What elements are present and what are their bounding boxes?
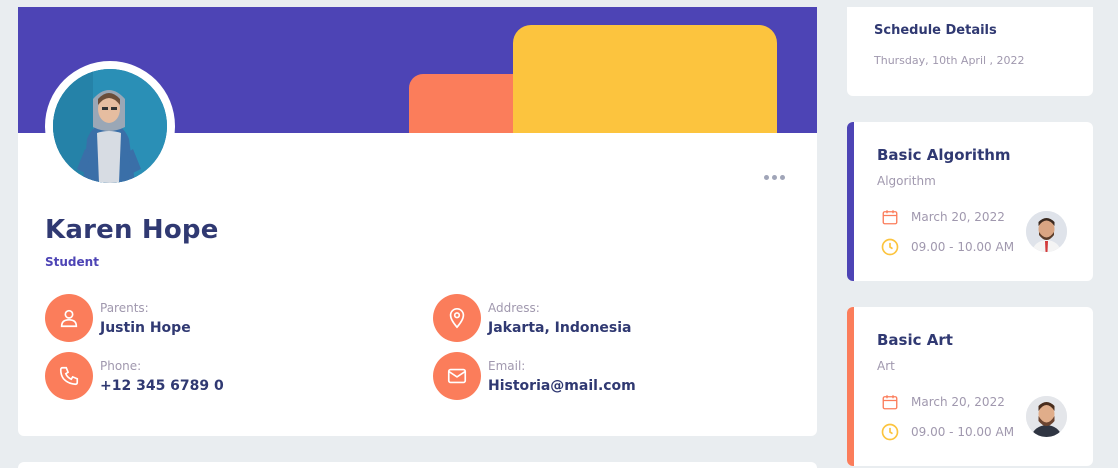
phone-value: +12 345 6789 0 <box>100 377 224 394</box>
profile-name: Karen Hope <box>45 215 219 245</box>
teacher-avatar[interactable] <box>1026 396 1067 437</box>
phone-icon <box>45 352 93 400</box>
lesson-title: Basic Art <box>877 331 953 349</box>
info-parents: Parents: Justin Hope <box>45 294 191 342</box>
lesson-time: 09.00 - 10.00 AM <box>911 425 1015 439</box>
lesson-title: Basic Algorithm <box>877 146 1011 164</box>
dot-icon <box>779 174 785 180</box>
dot-icon <box>771 174 777 180</box>
lesson-date: March 20, 2022 <box>911 210 1005 224</box>
schedule-details-card: Schedule Details Thursday, 10th April , … <box>847 7 1093 96</box>
phone-label: Phone: <box>100 358 142 373</box>
avatar[interactable] <box>45 61 175 191</box>
lesson-time-row: 09.00 - 10.00 AM <box>879 236 1014 258</box>
mail-icon <box>433 352 481 400</box>
lesson-subject: Algorithm <box>877 174 936 188</box>
info-phone: Phone: +12 345 6789 0 <box>45 352 224 400</box>
lesson-date-row: March 20, 2022 <box>879 391 1014 413</box>
lesson-time: 09.00 - 10.00 AM <box>911 240 1015 254</box>
email-value[interactable]: Historia@mail.com <box>488 378 636 394</box>
profile-role: Student <box>45 255 99 269</box>
lesson-accent-bar <box>847 122 854 281</box>
parents-value: Justin Hope <box>100 319 191 336</box>
address-label: Address: <box>488 300 540 315</box>
clock-icon <box>879 421 901 443</box>
calendar-icon <box>879 206 901 228</box>
more-options-button[interactable] <box>761 169 787 185</box>
info-address: Address: Jakarta, Indonesia <box>433 294 632 342</box>
schedule-title: Schedule Details <box>874 23 997 38</box>
next-card-partial <box>18 462 817 468</box>
teacher-avatar[interactable] <box>1026 211 1067 252</box>
dot-icon <box>763 174 769 180</box>
banner-shape-yellow <box>513 25 777 133</box>
user-icon <box>45 294 93 342</box>
profile-card: Karen Hope Student Parents: Justin Hope … <box>18 7 817 436</box>
email-label: Email: <box>488 358 526 373</box>
lesson-subject: Art <box>877 359 895 373</box>
clock-icon <box>879 236 901 258</box>
parents-label: Parents: <box>100 300 149 315</box>
address-value: Jakarta, Indonesia <box>488 319 632 336</box>
lesson-card[interactable]: Basic Art Art March 20, 2022 09.00 - 10.… <box>847 307 1093 466</box>
calendar-icon <box>879 391 901 413</box>
info-email: Email: Historia@mail.com <box>433 352 636 400</box>
lesson-date-row: March 20, 2022 <box>879 206 1014 228</box>
lesson-card[interactable]: Basic Algorithm Algorithm March 20, 2022… <box>847 122 1093 281</box>
schedule-date: Thursday, 10th April , 2022 <box>874 54 1025 67</box>
profile-photo <box>53 69 167 183</box>
lesson-accent-bar <box>847 307 854 466</box>
lesson-time-row: 09.00 - 10.00 AM <box>879 421 1014 443</box>
lesson-date: March 20, 2022 <box>911 395 1005 409</box>
location-pin-icon <box>433 294 481 342</box>
